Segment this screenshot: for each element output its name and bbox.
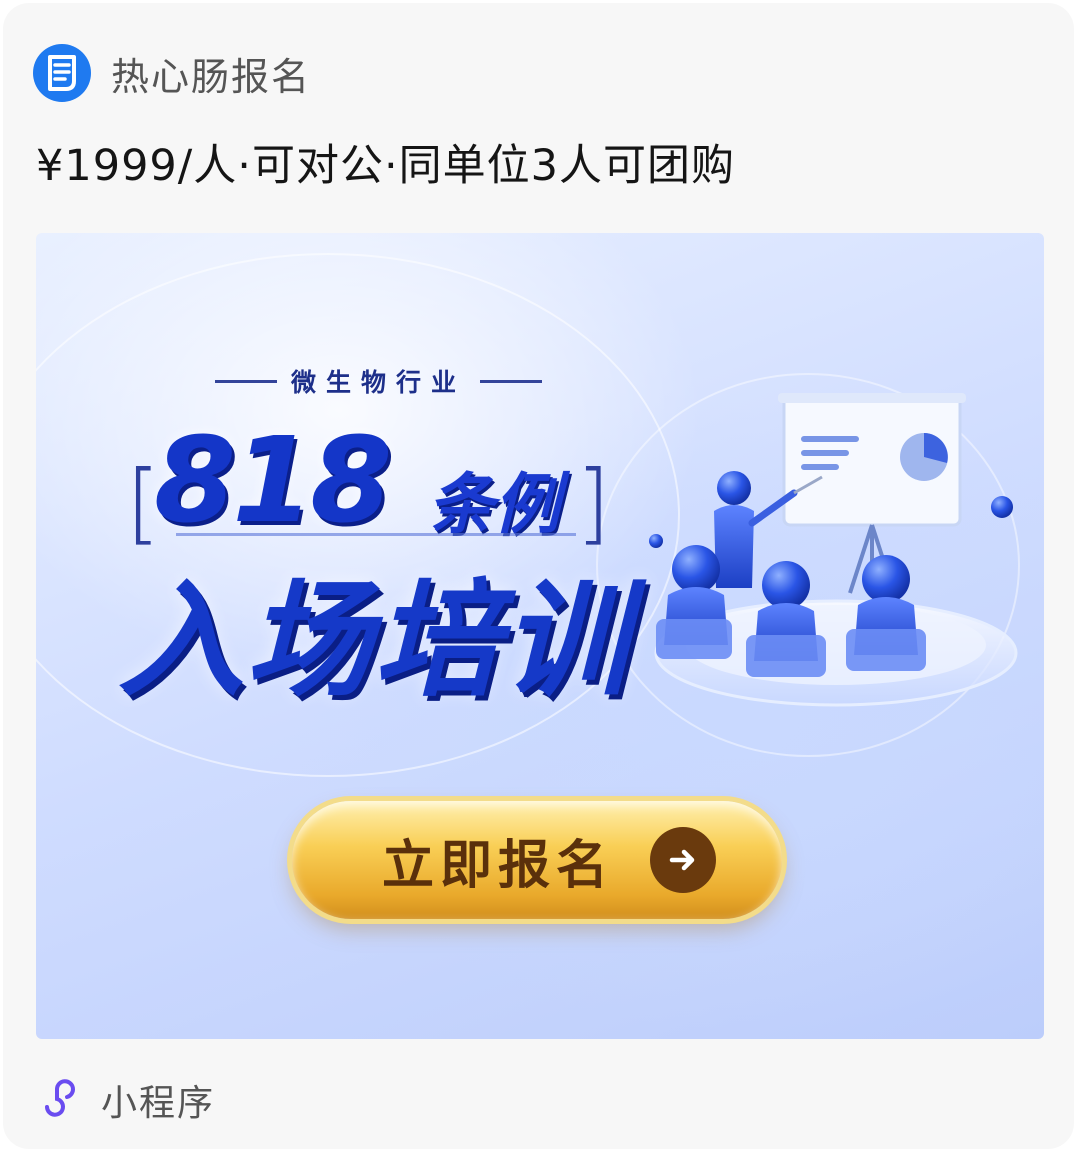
- card-footer: 小程序: [41, 1075, 215, 1125]
- banner-headline: 入场培训: [118, 567, 630, 714]
- register-now-button[interactable]: 立即报名: [292, 801, 782, 919]
- banner-number: 818: [154, 411, 392, 549]
- app-name: 热心肠报名: [111, 54, 312, 99]
- training-presentation-icon: [636, 383, 1036, 723]
- banner-underline: [176, 533, 576, 536]
- arrow-right-icon: [650, 827, 717, 893]
- banner-subtitle: 微生物行业: [201, 363, 556, 399]
- card-header: 热心肠报名: [33, 41, 311, 105]
- mini-program-label: 小程序: [101, 1083, 216, 1124]
- card-title: ¥1999/人·可对公·同单位3人可团购: [36, 141, 735, 191]
- register-now-label: 立即报名: [382, 835, 615, 896]
- mini-program-icon: [41, 1077, 83, 1123]
- message-card[interactable]: 热心肠报名 ¥1999/人·可对公·同单位3人可团购 微生物行业 [ 818 条…: [3, 3, 1074, 1149]
- subtitle-dash: [480, 379, 543, 383]
- subtitle-dash: [215, 379, 277, 383]
- promo-banner[interactable]: 微生物行业 [ 818 条例 ] 入场培训 立即报名: [36, 233, 1044, 1039]
- subtitle-text: 微生物行业: [291, 368, 467, 397]
- intestine-logo-icon: [33, 44, 91, 102]
